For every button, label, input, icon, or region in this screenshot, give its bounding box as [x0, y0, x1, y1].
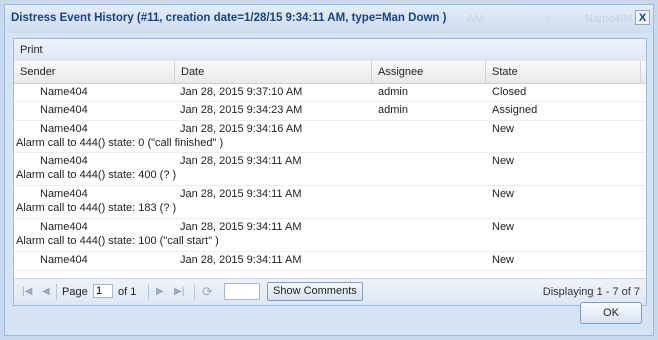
row-comment: Alarm call to 444() state: 100 ("call st…	[16, 235, 219, 247]
row-comment: Alarm call to 444() state: 0 ("call fini…	[16, 137, 224, 149]
table-row[interactable]: Name404 Jan 28, 2015 9:34:11 AM New Alar…	[14, 219, 646, 252]
close-button[interactable]: X	[635, 10, 650, 25]
first-page-icon[interactable]: |◀	[22, 286, 32, 297]
page-number-input[interactable]	[93, 284, 113, 298]
grid-header: Sender Date Assignee State	[14, 61, 646, 84]
show-comments-button[interactable]: Show Comments	[267, 282, 363, 301]
page-label: Page	[62, 286, 88, 298]
state-cell: New	[492, 254, 515, 266]
paging-display-text: Displaying 1 - 7 of 7	[542, 286, 640, 298]
date-cell: Jan 28, 2015 9:34:11 AM	[180, 188, 302, 200]
sender-cell: Name404	[40, 123, 88, 135]
date-cell: Jan 28, 2015 9:37:10 AM	[180, 86, 303, 98]
state-cell: New	[492, 221, 515, 233]
background-window-text: AM	[467, 13, 484, 25]
toolbar-separator	[194, 284, 195, 300]
date-cell: Jan 28, 2015 9:34:11 AM	[180, 155, 302, 167]
table-row[interactable]: Name404 Jan 28, 2015 9:34:16 AM New Alar…	[14, 121, 646, 153]
state-cell: New	[492, 123, 515, 135]
sender-cell: Name404	[40, 221, 88, 233]
grid-body: Name404 Jan 28, 2015 9:37:10 AM admin Cl…	[14, 84, 646, 277]
state-cell: Assigned	[492, 104, 538, 116]
grid-toolbar: Print	[14, 39, 646, 62]
page-count-label: of 1	[118, 286, 137, 298]
date-cell: Jan 28, 2015 9:34:11 AM	[180, 221, 302, 233]
toolbar-separator	[148, 284, 149, 300]
refresh-icon[interactable]: ⟳	[202, 284, 213, 300]
close-icon: X	[638, 12, 647, 24]
background-window-icon: ○	[545, 13, 552, 25]
state-cell: Closed	[492, 86, 527, 98]
next-page-icon[interactable]: ▶	[156, 286, 164, 297]
table-row[interactable]: Name404 Jan 28, 2015 9:37:10 AM admin Cl…	[14, 84, 646, 102]
distress-event-history-dialog: Distress Event History (#11, creation da…	[4, 4, 654, 336]
state-cell: New	[492, 188, 515, 200]
sender-cell: Name404	[40, 86, 88, 98]
table-row[interactable]: Name404 Jan 28, 2015 9:34:23 AM admin As…	[14, 102, 646, 121]
date-cell: Jan 28, 2015 9:34:11 AM	[180, 254, 302, 266]
dialog-titlebar[interactable]: Distress Event History (#11, creation da…	[5, 5, 653, 33]
ok-button[interactable]: OK	[580, 302, 642, 324]
sender-cell: Name404	[40, 104, 88, 116]
table-row[interactable]: Name404 Jan 28, 2015 9:34:11 AM New	[14, 252, 646, 271]
filter-input[interactable]	[224, 283, 260, 300]
date-cell: Jan 28, 2015 9:34:16 AM	[180, 123, 303, 135]
sender-cell: Name404	[40, 188, 88, 200]
column-header-assignee[interactable]: Assignee	[372, 61, 486, 83]
row-comment: Alarm call to 444() state: 183 (? )	[16, 202, 177, 214]
background-window-text: Name404	[585, 13, 633, 25]
column-header-date[interactable]: Date	[175, 61, 372, 83]
toolbar-separator	[56, 284, 57, 300]
table-row[interactable]: Name404 Jan 28, 2015 9:34:11 AM New Alar…	[14, 153, 646, 186]
event-grid-panel: Print Sender Date Assignee State Name404…	[13, 38, 647, 306]
paging-toolbar: |◀ ◀ Page of 1 ▶ ▶| ⟳ Show Comments Disp…	[14, 278, 646, 305]
state-cell: New	[492, 155, 515, 167]
print-button[interactable]: Print	[20, 44, 43, 56]
assignee-cell: admin	[378, 86, 408, 98]
assignee-cell: admin	[378, 104, 408, 116]
row-comment: Alarm call to 444() state: 400 (? )	[16, 169, 177, 181]
sender-cell: Name404	[40, 155, 88, 167]
sender-cell: Name404	[40, 254, 88, 266]
dialog-title: Distress Event History (#11, creation da…	[11, 12, 447, 24]
last-page-icon[interactable]: ▶|	[174, 286, 184, 297]
column-header-state[interactable]: State	[486, 61, 641, 83]
prev-page-icon[interactable]: ◀	[42, 286, 50, 297]
date-cell: Jan 28, 2015 9:34:23 AM	[180, 104, 303, 116]
table-row[interactable]: Name404 Jan 28, 2015 9:34:11 AM New Alar…	[14, 186, 646, 219]
column-header-sender[interactable]: Sender	[14, 61, 175, 83]
